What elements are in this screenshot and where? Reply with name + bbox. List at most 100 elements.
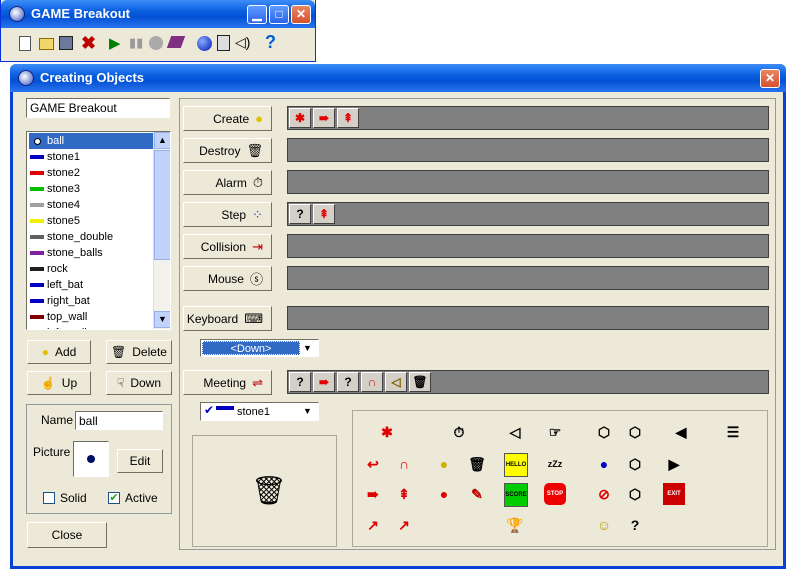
open-icon[interactable]	[39, 38, 54, 50]
jump-random-icon[interactable]: ↗	[362, 514, 384, 536]
lightbulb-action-icon[interactable]: ●	[433, 453, 455, 475]
meeting-object-select[interactable]: ✔ stone1 ▼	[200, 402, 319, 421]
action-icon[interactable]: ➠	[313, 372, 335, 392]
event-destroy-actions[interactable]	[287, 138, 769, 162]
move-up-icon[interactable]: ⇞	[393, 483, 415, 505]
reverse-icon[interactable]: ↩	[362, 453, 384, 475]
mouse-green-icon[interactable]: ⬡	[624, 483, 646, 505]
hand-action-icon[interactable]: ☞	[544, 421, 566, 443]
object-list[interactable]: ball stone1 stone2 stone3 stone4 stone5 stone_…	[26, 131, 171, 330]
right-triangle-icon[interactable]: ▶	[663, 453, 685, 475]
event-keyboard-button[interactable]: Keyboard ⌨	[183, 306, 272, 331]
sleep-icon[interactable]: zZz	[544, 453, 566, 475]
left-triangle-icon[interactable]: ◀	[670, 421, 692, 443]
action-icon[interactable]: 🗑	[409, 372, 431, 392]
blue-circle-icon[interactable]: ●	[593, 453, 615, 475]
active-checkbox[interactable]: ✔	[108, 492, 120, 504]
exit-icon[interactable]: EXIT	[663, 483, 685, 505]
eraser-icon[interactable]	[166, 36, 186, 48]
action-icon[interactable]: ?	[289, 204, 311, 224]
event-create-button[interactable]: Create ●	[183, 106, 272, 131]
list-item[interactable]: stone_balls	[29, 245, 153, 261]
main-window-titlebar[interactable]: GAME Breakout ▁ □ ✕	[1, 0, 315, 28]
list-item[interactable]: stone1	[29, 149, 153, 165]
chevron-down-icon[interactable]: ▼	[303, 340, 312, 356]
edit-button[interactable]: Edit	[117, 449, 163, 473]
face-icon[interactable]: ☺	[593, 514, 615, 536]
name-field[interactable]: ball	[75, 411, 163, 430]
solid-checkbox[interactable]	[43, 492, 55, 504]
score-icon[interactable]: SCORE	[504, 483, 528, 507]
event-create-actions[interactable]: ✱ ➠ ⇞	[287, 106, 769, 130]
game-name-field[interactable]: GAME Breakout	[26, 98, 170, 118]
action-icon[interactable]: ⇞	[313, 204, 335, 224]
scroll-thumb[interactable]	[154, 150, 170, 260]
stop-icon[interactable]	[149, 36, 163, 50]
event-mouse-actions[interactable]	[287, 266, 769, 290]
dynamite-icon[interactable]: ✎	[466, 483, 488, 505]
hello-icon[interactable]: HELLO	[504, 453, 528, 477]
action-icon[interactable]: ◁	[385, 372, 407, 392]
no-mouse-icon[interactable]: ⊘	[593, 483, 615, 505]
down-button[interactable]: ☟ Down	[106, 371, 172, 395]
action-trash-zone[interactable]: 🗑	[192, 435, 337, 547]
list-item[interactable]: rock	[29, 261, 153, 277]
dialog-titlebar[interactable]: Creating Objects ✕	[10, 64, 786, 92]
list-item[interactable]: stone3	[29, 181, 153, 197]
up-button[interactable]: ☝ Up	[27, 371, 91, 395]
jump-question-icon[interactable]: ↗	[393, 514, 415, 536]
document-icon[interactable]: ☰	[722, 421, 744, 443]
delete-icon[interactable]: ✖	[81, 33, 96, 54]
stop-sign-icon[interactable]: STOP	[544, 483, 566, 505]
meeting-chevron-down-icon[interactable]: ▼	[303, 403, 312, 420]
event-step-actions[interactable]: ? ⇞	[287, 202, 769, 226]
create-instance-icon[interactable]: ✱	[376, 421, 398, 443]
list-item[interactable]: top_wall	[29, 309, 153, 325]
add-button[interactable]: ● Add	[27, 340, 91, 364]
sound-icon[interactable]: ◁)	[235, 34, 250, 51]
move-right-icon[interactable]: ➠	[362, 483, 384, 505]
object-list-scrollbar[interactable]: ▲ ▼	[153, 132, 170, 329]
event-keyboard-actions[interactable]	[287, 306, 769, 330]
keyboard-key-select[interactable]: <Down> ▼	[200, 339, 319, 357]
question-action-icon[interactable]: ?	[624, 514, 646, 536]
list-item[interactable]: stone_double	[29, 229, 153, 245]
alarm-action-icon[interactable]: ⏱	[448, 421, 470, 443]
action-icon[interactable]: ∩	[361, 372, 383, 392]
event-collision-actions[interactable]	[287, 234, 769, 258]
action-icon[interactable]: ✱	[289, 108, 311, 128]
main-close-button[interactable]: ✕	[291, 5, 311, 24]
pause-icon[interactable]: ▮▮	[129, 35, 143, 51]
event-mouse-button[interactable]: Mouse ⓢ	[183, 266, 272, 291]
maximize-button[interactable]: □	[269, 5, 289, 24]
run-icon[interactable]: ▶	[109, 34, 121, 52]
list-item[interactable]: stone2	[29, 165, 153, 181]
gray-circle-icon[interactable]: ⬡	[593, 421, 615, 443]
action-icon[interactable]: ?	[337, 372, 359, 392]
delete-object-button[interactable]: 🗑 Delete	[106, 340, 172, 364]
list-item[interactable]: right_bat	[29, 293, 153, 309]
minimize-button[interactable]: ▁	[247, 5, 267, 24]
scroll-up-button[interactable]: ▲	[154, 132, 170, 149]
event-collision-button[interactable]: Collision ⇥	[183, 234, 272, 259]
list-item[interactable]: left_wall	[29, 325, 153, 329]
list-item[interactable]: stone5	[29, 213, 153, 229]
action-icon[interactable]: ➠	[313, 108, 335, 128]
calculator-icon[interactable]	[217, 35, 230, 51]
event-alarm-actions[interactable]	[287, 170, 769, 194]
collide-balls-icon[interactable]: ●	[433, 483, 455, 505]
event-meeting-button[interactable]: Meeting ⇌	[183, 370, 272, 395]
destroy-action-icon[interactable]: 🗑	[466, 453, 488, 475]
save-icon[interactable]	[59, 36, 73, 50]
bounce-icon[interactable]: ∩	[393, 453, 415, 475]
list-item[interactable]: left_bat	[29, 277, 153, 293]
event-destroy-button[interactable]: Destroy 🗑	[183, 138, 272, 163]
sound-action-icon[interactable]: ◁	[504, 421, 526, 443]
list-item[interactable]: stone4	[29, 197, 153, 213]
dialog-close-button[interactable]: ✕	[760, 69, 780, 88]
scroll-down-button[interactable]: ▼	[154, 311, 170, 328]
new-icon[interactable]	[19, 36, 31, 51]
action-icon[interactable]: ⇞	[337, 108, 359, 128]
event-meeting-actions[interactable]: ? ➠? ∩ ◁ 🗑	[287, 370, 769, 394]
mouse-blue-icon[interactable]: ⬡	[624, 453, 646, 475]
